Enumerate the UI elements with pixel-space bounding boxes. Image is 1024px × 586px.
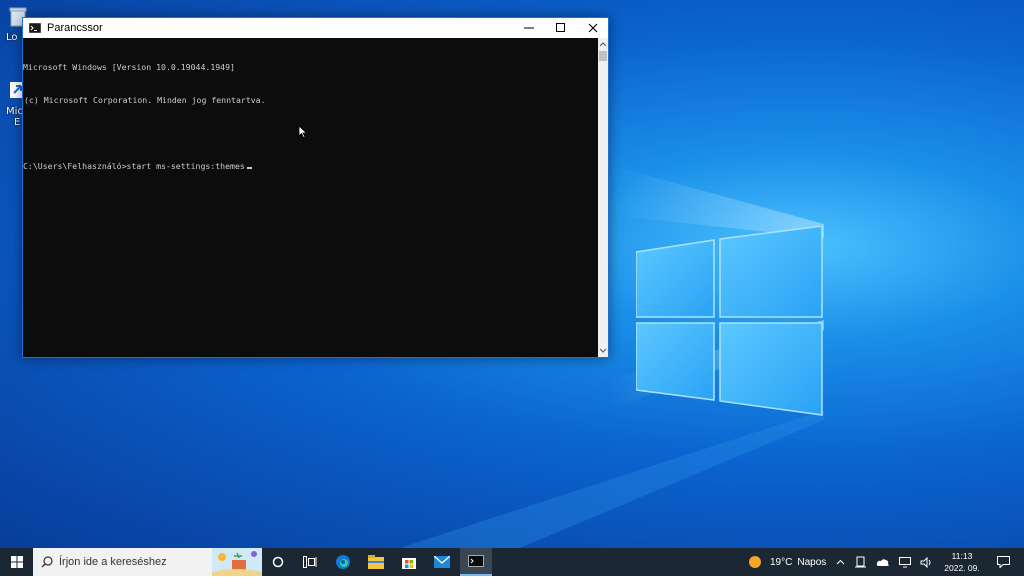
tray-volume[interactable] bbox=[916, 548, 936, 576]
search-box[interactable]: Írjon ide a kereséshez bbox=[33, 548, 262, 576]
mouse-pointer-icon bbox=[299, 126, 307, 138]
sun-icon bbox=[749, 556, 761, 568]
console-output[interactable]: Microsoft Windows [Version 10.0.19044.19… bbox=[23, 38, 598, 357]
taskbar-app-mail[interactable] bbox=[427, 548, 457, 576]
maximize-button[interactable] bbox=[545, 18, 577, 38]
console-prompt-line: C:\Users\Felhasználó>start ms-settings:t… bbox=[23, 161, 598, 172]
window-titlebar[interactable]: Parancssor bbox=[23, 18, 608, 38]
window-title: Parancssor bbox=[47, 22, 103, 34]
task-view-icon bbox=[303, 556, 317, 568]
weather-temperature: 19°C bbox=[770, 556, 793, 568]
chevron-up-icon bbox=[599, 42, 607, 47]
console-line: (c) Microsoft Corporation. Minden jog fe… bbox=[24, 95, 266, 105]
windows-logo-wallpaper bbox=[636, 226, 823, 416]
cmd-icon bbox=[29, 23, 41, 33]
cortana-button[interactable] bbox=[264, 548, 292, 576]
mail-icon bbox=[434, 556, 450, 568]
chevron-up-icon bbox=[836, 559, 844, 565]
search-icon bbox=[41, 556, 53, 568]
maximize-icon bbox=[556, 23, 565, 32]
network-icon bbox=[898, 556, 911, 567]
minimize-icon bbox=[524, 27, 534, 29]
minimize-button[interactable] bbox=[513, 18, 545, 38]
taskbar-clock[interactable]: 11:13 2022. 09. 11. bbox=[938, 550, 986, 586]
search-placeholder: Írjon ide a kereséshez bbox=[59, 556, 167, 568]
edge-icon bbox=[336, 555, 350, 569]
vertical-scrollbar[interactable] bbox=[598, 38, 608, 357]
close-button[interactable] bbox=[577, 18, 609, 38]
taskbar-app-command-prompt[interactable] bbox=[460, 548, 492, 576]
device-icon bbox=[855, 556, 866, 568]
tray-meet-now[interactable] bbox=[852, 548, 870, 576]
command-prompt-window[interactable]: Parancssor Microsoft Windows [Version 10… bbox=[22, 17, 609, 358]
clock-date: 2022. 09. 11. bbox=[944, 563, 980, 585]
taskbar-app-file-explorer[interactable] bbox=[361, 548, 391, 576]
taskbar-app-edge[interactable] bbox=[328, 548, 358, 576]
taskbar: Írjon ide a kereséshez 19°C Napos 11:13 … bbox=[0, 548, 1024, 585]
scrollbar-thumb[interactable] bbox=[599, 51, 607, 61]
action-center-button[interactable] bbox=[990, 548, 1016, 576]
clock-time: 11:13 bbox=[951, 551, 973, 561]
search-highlight-illustration-icon bbox=[212, 548, 262, 576]
scroll-up-button[interactable] bbox=[598, 38, 608, 50]
console-line: Microsoft Windows [Version 10.0.19044.19… bbox=[23, 62, 235, 72]
start-button[interactable] bbox=[0, 548, 33, 576]
cortana-icon bbox=[272, 556, 284, 568]
tray-onedrive[interactable] bbox=[873, 548, 893, 576]
cloud-icon bbox=[876, 558, 889, 566]
scroll-down-button[interactable] bbox=[598, 345, 608, 357]
speaker-icon bbox=[920, 556, 930, 568]
close-icon bbox=[588, 23, 598, 33]
show-hidden-icons-button[interactable] bbox=[832, 548, 848, 576]
store-icon bbox=[402, 558, 416, 569]
windows-start-icon bbox=[10, 556, 23, 568]
task-view-button[interactable] bbox=[295, 548, 325, 576]
file-explorer-icon bbox=[368, 555, 384, 569]
taskbar-app-store[interactable] bbox=[394, 548, 424, 576]
cmd-icon bbox=[468, 555, 484, 567]
weather-condition: Napos bbox=[797, 556, 827, 568]
chevron-down-icon bbox=[599, 348, 607, 353]
text-caret bbox=[246, 167, 252, 169]
tray-network[interactable] bbox=[895, 548, 915, 576]
notification-icon bbox=[996, 556, 1010, 568]
weather-widget[interactable]: 19°C Napos bbox=[748, 548, 830, 576]
console-line: C:\Users\Felhasználó>start ms-settings:t… bbox=[23, 161, 245, 171]
